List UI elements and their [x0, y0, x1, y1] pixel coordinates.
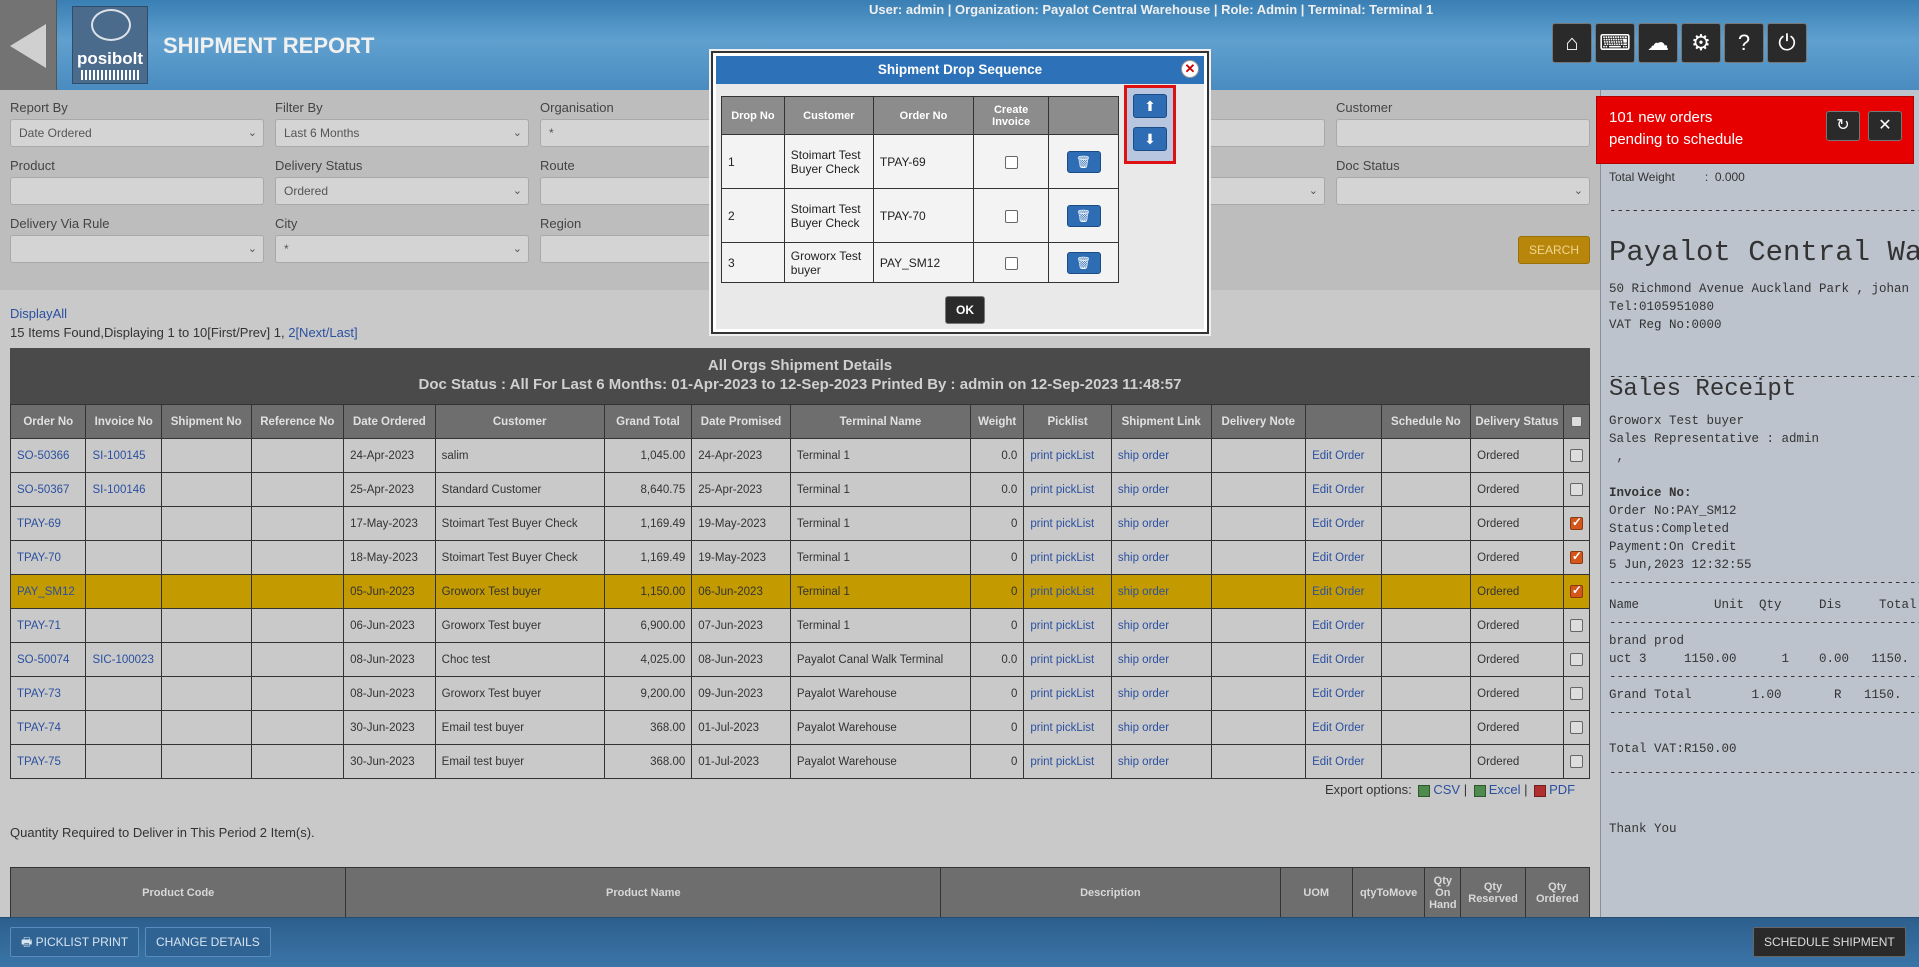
col-order-no: Order No: [872, 96, 975, 135]
drop-sequence-table: Drop No Customer Order No Create Invoice…: [721, 96, 1119, 283]
move-up-icon[interactable]: ⬆: [1133, 94, 1167, 118]
delete-cell: 🗑: [1048, 134, 1119, 189]
col-customer: Customer: [783, 96, 874, 135]
delete-cell: 🗑: [1048, 188, 1119, 243]
drop-order-cell: TPAY-69: [872, 134, 975, 189]
reorder-controls: ⬆ ⬇: [1124, 85, 1176, 164]
create-invoice-checkbox[interactable]: [1004, 155, 1018, 169]
move-down-icon[interactable]: ⬇: [1133, 127, 1167, 151]
drop-no-cell: 2: [721, 188, 785, 243]
drop-customer-cell: Stoimart Test Buyer Check: [783, 188, 874, 243]
col-actions: [1048, 96, 1119, 135]
trash-icon[interactable]: 🗑: [1066, 150, 1101, 173]
create-invoice-cell: [973, 134, 1050, 189]
drop-order-cell: TPAY-70: [872, 188, 975, 243]
trash-icon[interactable]: 🗑: [1066, 204, 1101, 227]
create-invoice-cell: [973, 188, 1050, 243]
drop-no-cell: 3: [721, 242, 785, 283]
create-invoice-cell: [973, 242, 1050, 283]
create-invoice-checkbox[interactable]: [1004, 256, 1018, 270]
create-invoice-checkbox[interactable]: [1004, 209, 1018, 223]
trash-icon[interactable]: 🗑: [1066, 251, 1101, 274]
dialog-title: Shipment Drop Sequence: [716, 56, 1204, 84]
drop-row: 1 Stoimart Test Buyer Check TPAY-69 🗑: [721, 134, 1119, 189]
col-drop-no: Drop No: [721, 96, 785, 135]
drop-no-cell: 1: [721, 134, 785, 189]
ok-button[interactable]: OK: [945, 296, 985, 324]
drop-row: 3 Groworx Test buyer PAY_SM12 🗑: [721, 242, 1119, 283]
drop-customer-cell: Stoimart Test Buyer Check: [783, 134, 874, 189]
drop-row: 2 Stoimart Test Buyer Check TPAY-70 🗑: [721, 188, 1119, 243]
close-icon[interactable]: ✕: [1181, 60, 1199, 78]
delete-cell: 🗑: [1048, 242, 1119, 283]
drop-order-cell: PAY_SM12: [872, 242, 975, 283]
drop-customer-cell: Groworx Test buyer: [783, 242, 874, 283]
col-create-invoice: Create Invoice: [973, 96, 1050, 135]
